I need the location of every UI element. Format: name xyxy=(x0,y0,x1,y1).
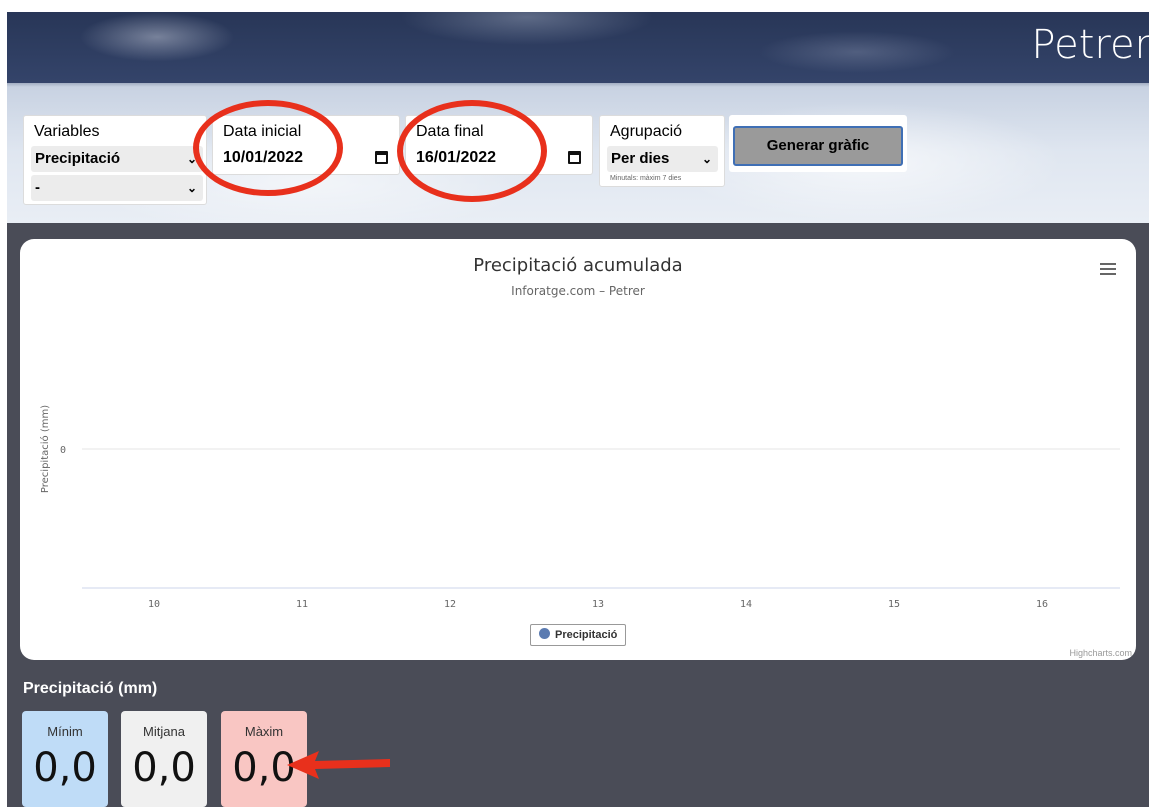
chevron-down-icon: ⌄ xyxy=(701,152,712,166)
chevron-down-icon: ⌄ xyxy=(186,181,197,195)
grouping-select-value: Per dies xyxy=(611,150,670,167)
stat-min-value: 0,0 xyxy=(33,745,97,791)
stats-title: Precipitació (mm) xyxy=(23,680,158,697)
variables-card: Variables Precipitació ⌄ - ⌄ xyxy=(23,115,207,205)
grouping-label: Agrupació xyxy=(610,123,683,140)
legend-marker-icon xyxy=(539,628,550,639)
annotation-arrow-icon xyxy=(287,751,390,779)
x-tick-label: 10 xyxy=(148,599,160,610)
variable-select[interactable]: Precipitació ⌄ xyxy=(31,146,203,172)
chart-panel: Precipitació acumulada Inforatge.com – P… xyxy=(20,239,1136,660)
calendar-icon[interactable] xyxy=(568,151,581,164)
start-date-card: Data inicial 10/01/2022 xyxy=(212,115,400,175)
x-tick-label: 12 xyxy=(444,599,456,610)
grouping-select[interactable]: Per dies ⌄ xyxy=(607,146,718,172)
legend-label: Precipitació xyxy=(555,629,618,641)
x-tick-label: 15 xyxy=(888,599,900,610)
chevron-down-icon: ⌄ xyxy=(186,152,197,166)
secondary-variable-value: - xyxy=(35,179,40,196)
chart-canvas: 10 11 12 13 14 15 16 0 Precipitació (mm) xyxy=(39,405,1120,610)
stat-mean: Mitjana 0,0 xyxy=(121,711,207,807)
y-axis-label: Precipitació (mm) xyxy=(39,405,51,493)
y-tick-label: 0 xyxy=(60,445,66,456)
highcharts-credits[interactable]: Highcharts.com xyxy=(1069,648,1132,658)
stat-mean-value: 0,0 xyxy=(132,745,196,791)
end-date-label: Data final xyxy=(416,123,484,140)
stat-min: Mínim 0,0 xyxy=(22,711,108,807)
grouping-note: Minutals: màxim 7 dies xyxy=(610,175,682,182)
sky-banner xyxy=(7,12,1149,83)
secondary-variable-select[interactable]: - ⌄ xyxy=(31,175,203,201)
stat-min-label: Mínim xyxy=(47,724,83,739)
x-tick-label: 14 xyxy=(740,599,752,610)
x-tick-label: 16 xyxy=(1036,599,1048,610)
grouping-card: Agrupació Per dies ⌄ Minutals: màxim 7 d… xyxy=(599,115,725,187)
stat-max-label: Màxim xyxy=(244,724,284,739)
variable-select-value: Precipitació xyxy=(35,150,121,167)
variables-label: Variables xyxy=(34,123,100,140)
generate-chart-button[interactable]: Generar gràfic xyxy=(733,126,903,166)
start-date-label: Data inicial xyxy=(223,123,302,140)
city-title: Petrer xyxy=(1031,22,1149,68)
start-date-input[interactable]: 10/01/2022 xyxy=(223,145,303,171)
calendar-icon[interactable] xyxy=(375,151,388,164)
x-tick-label: 11 xyxy=(296,599,308,610)
end-date-input[interactable]: 16/01/2022 xyxy=(416,145,496,171)
legend-item[interactable]: Precipitació xyxy=(530,624,627,646)
end-date-card: Data final 16/01/2022 xyxy=(405,115,593,175)
x-tick-label: 13 xyxy=(592,599,604,610)
stat-mean-label: Mitjana xyxy=(143,724,185,739)
